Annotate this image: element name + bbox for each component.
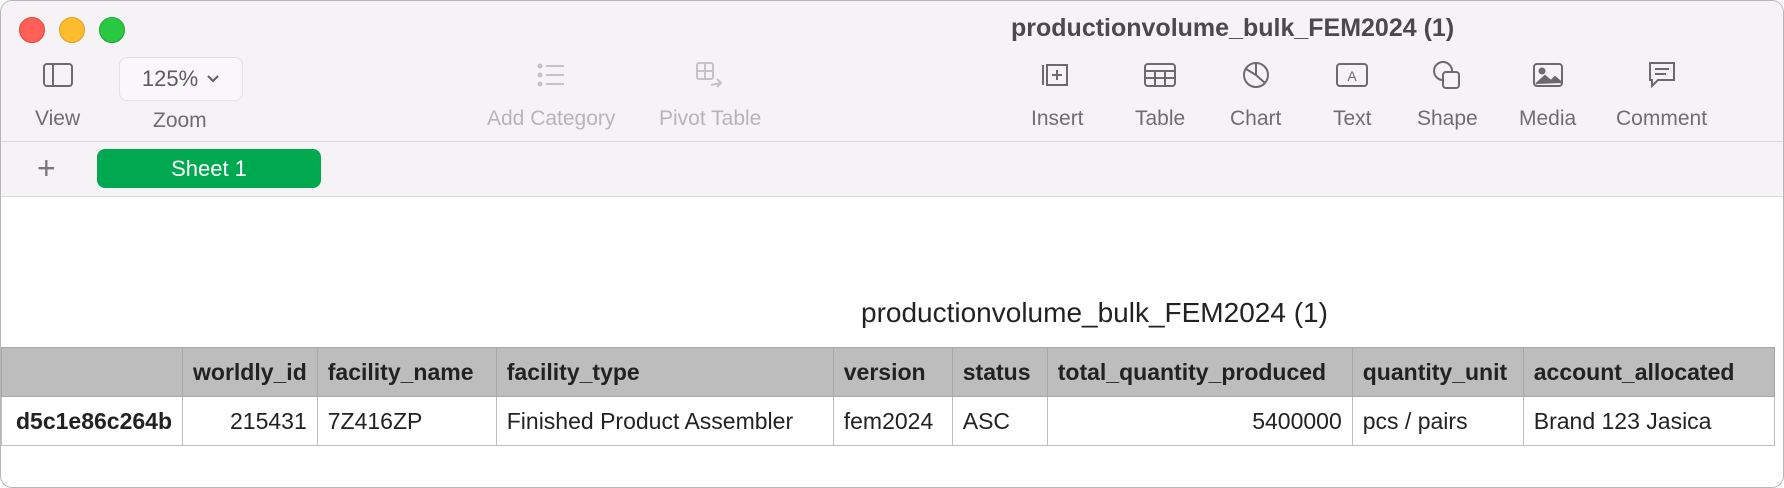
header-cell-version[interactable]: version — [832, 347, 953, 397]
comment-label: Comment — [1616, 107, 1708, 130]
text-box-icon: A — [1335, 57, 1369, 93]
cell-facility-type[interactable]: Finished Product Assembler — [495, 396, 834, 446]
add-category-button[interactable]: Add Category — [487, 57, 615, 131]
toolbar: productionvolume_bulk_FEM2024 (1) View 1… — [1, 1, 1783, 142]
text-button[interactable]: A Text — [1333, 57, 1372, 131]
text-label: Text — [1333, 107, 1372, 130]
table-button[interactable]: Table — [1135, 57, 1185, 131]
table-title[interactable]: productionvolume_bulk_FEM2024 (1) — [861, 297, 1328, 329]
header-cell-total-quantity-produced[interactable]: total_quantity_produced — [1046, 347, 1353, 397]
shape-icon — [1431, 57, 1463, 93]
cell-status[interactable]: ASC — [951, 396, 1048, 446]
header-cell-worldly-id[interactable]: worldly_id — [182, 347, 318, 397]
header-cell-facility-type[interactable]: facility_type — [495, 347, 834, 397]
zoom-select[interactable]: 125% — [119, 57, 243, 101]
sheet-tab-bar: + Sheet 1 — [1, 142, 1783, 197]
minimize-window-button[interactable] — [59, 17, 85, 43]
app-window: productionvolume_bulk_FEM2024 (1) View 1… — [0, 0, 1784, 488]
zoom-value: 125% — [141, 66, 199, 91]
close-window-button[interactable] — [19, 17, 45, 43]
cell-version[interactable]: fem2024 — [832, 396, 953, 446]
sidebar-icon — [42, 57, 74, 93]
insert-button[interactable]: Insert — [1031, 57, 1084, 131]
table-label: Table — [1135, 107, 1186, 130]
cell-worldly-id[interactable]: 215431 — [182, 396, 318, 446]
table-row: d5c1e86c264b 215431 7Z416ZP Finished Pro… — [1, 396, 1775, 446]
header-cell-facility-name[interactable]: facility_name — [316, 347, 497, 397]
chart-button[interactable]: Chart — [1230, 57, 1281, 131]
header-row: worldly_id facility_name facility_type v… — [1, 347, 1775, 397]
add-sheet-button[interactable]: + — [37, 152, 56, 184]
zoom-label: Zoom — [153, 109, 207, 132]
image-icon — [1532, 57, 1564, 93]
table-icon — [1143, 57, 1177, 93]
shape-button[interactable]: Shape — [1417, 57, 1478, 131]
header-cell-blank[interactable] — [1, 347, 183, 397]
view-button[interactable]: View — [35, 57, 80, 131]
header-cell-account-allocated[interactable]: account_allocated — [1522, 347, 1775, 397]
insert-icon — [1041, 57, 1073, 93]
header-cell-quantity-unit[interactable]: quantity_unit — [1351, 347, 1524, 397]
window-title: productionvolume_bulk_FEM2024 (1) — [1011, 14, 1455, 42]
pivot-table-label: Pivot Table — [659, 107, 762, 130]
media-label: Media — [1519, 107, 1577, 130]
chart-label: Chart — [1230, 107, 1282, 130]
data-table: worldly_id facility_name facility_type v… — [1, 347, 1775, 446]
view-label: View — [35, 107, 81, 130]
pie-chart-icon — [1241, 57, 1271, 93]
insert-label: Insert — [1031, 107, 1084, 130]
list-icon — [536, 57, 566, 93]
cell-total-quantity-produced[interactable]: 5400000 — [1046, 396, 1353, 446]
cell-facility-name[interactable]: 7Z416ZP — [316, 396, 497, 446]
cell-account-allocated[interactable]: Brand 123 Jasica — [1522, 396, 1775, 446]
header-cell-status[interactable]: status — [951, 347, 1048, 397]
pivot-table-icon — [695, 57, 725, 93]
media-button[interactable]: Media — [1519, 57, 1576, 131]
row-header-cell[interactable]: d5c1e86c264b — [1, 396, 183, 446]
pivot-table-button[interactable]: Pivot Table — [659, 57, 761, 131]
maximize-window-button[interactable] — [99, 17, 125, 43]
comment-button[interactable]: Comment — [1616, 57, 1707, 131]
tab-sheet-1[interactable]: Sheet 1 — [97, 149, 321, 188]
cell-quantity-unit[interactable]: pcs / pairs — [1351, 396, 1524, 446]
comment-icon — [1646, 57, 1678, 93]
svg-text:A: A — [1348, 68, 1358, 84]
shape-label: Shape — [1417, 107, 1478, 130]
chevron-down-icon — [207, 75, 219, 83]
add-category-label: Add Category — [487, 107, 616, 130]
